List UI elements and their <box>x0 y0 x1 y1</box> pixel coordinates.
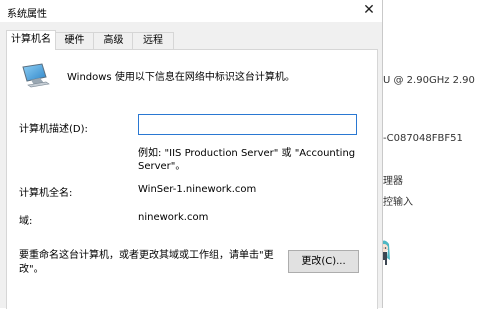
tab-remote[interactable]: 远程 <box>132 32 174 49</box>
background-cpu-text: U @ 2.90GHz 2.90 <box>383 75 475 86</box>
intro-text: Windows 使用以下信息在网络中标识这台计算机。 <box>67 72 295 83</box>
domain-label: 域: <box>19 216 33 227</box>
tab-advanced[interactable]: 高级 <box>93 32 134 49</box>
dialog-border <box>382 0 383 308</box>
background-input-text: 控输入 <box>383 197 413 208</box>
close-icon[interactable]: ✕ <box>362 2 376 18</box>
computer-description-input[interactable] <box>138 114 357 135</box>
full-name-value: WinSer-1.ninework.com <box>138 184 257 195</box>
example-hint: 例如: "IIS Production Server" 或 "Accountin… <box>138 148 356 172</box>
change-button[interactable]: 更改(C)... <box>288 250 359 273</box>
title-bar[interactable]: 系统属性 ✕ <box>0 0 382 22</box>
domain-value: ninework.com <box>138 212 209 223</box>
rename-instructions: 要重命名这台计算机，或者更改其域或工作组，请单击"更改"。 <box>19 250 274 275</box>
description-label: 计算机描述(D): <box>19 124 88 135</box>
background-id-text: -C087048FBF51 <box>383 133 463 144</box>
system-properties-dialog: 系统属性 ✕ 计算机名 硬件 高级 远程 Windows 使用以下信息在网络中标… <box>0 0 383 309</box>
computer-name-panel: Windows 使用以下信息在网络中标识这台计算机。 计算机描述(D): 例如:… <box>6 49 378 309</box>
tab-hardware[interactable]: 硬件 <box>54 32 95 49</box>
full-name-label: 计算机全名: <box>19 188 73 199</box>
tab-computer-name[interactable]: 计算机名 <box>6 30 56 50</box>
computer-icon <box>22 63 50 88</box>
dialog-title: 系统属性 <box>7 9 47 20</box>
background-processor-text: 理器 <box>383 176 403 187</box>
